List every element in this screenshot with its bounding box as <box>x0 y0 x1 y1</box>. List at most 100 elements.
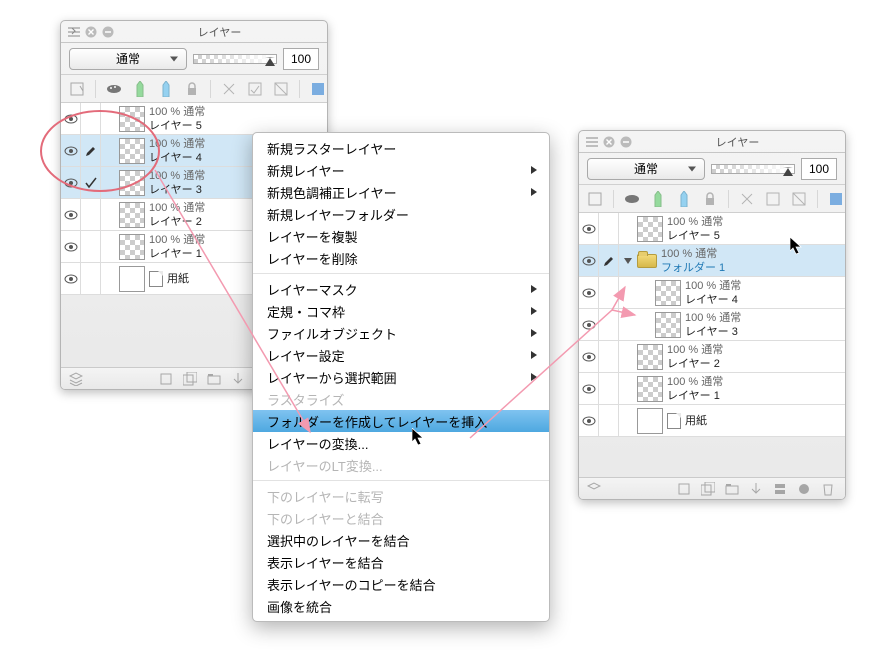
new-vector-icon[interactable] <box>181 370 199 388</box>
minimize-icon[interactable] <box>619 135 633 149</box>
transfer-icon[interactable] <box>229 370 247 388</box>
blend-mode-select[interactable]: 通常 <box>69 48 187 70</box>
active-brush-icon[interactable] <box>81 135 101 166</box>
menu-flatten[interactable]: 画像を統合 <box>253 595 549 617</box>
new-raster-icon[interactable] <box>675 480 693 498</box>
draft-icon[interactable] <box>789 189 809 209</box>
expand-toggle[interactable] <box>619 245 637 276</box>
blend-mode-label: 通常 <box>634 160 658 177</box>
visibility-toggle[interactable] <box>579 309 599 340</box>
minimize-icon[interactable] <box>101 25 115 39</box>
visibility-toggle[interactable] <box>579 341 599 372</box>
transfer-icon[interactable] <box>747 480 765 498</box>
reference-icon[interactable] <box>763 189 783 209</box>
new-folder-icon[interactable] <box>205 370 223 388</box>
stack-icon[interactable] <box>585 480 603 498</box>
layer-row[interactable]: 100 % 通常 レイヤー 1 <box>579 373 845 405</box>
clip-icon[interactable] <box>219 79 239 99</box>
palette-icon[interactable] <box>622 189 642 209</box>
menu-merge-visible[interactable]: 表示レイヤーを結合 <box>253 551 549 573</box>
layer-name: レイヤー 5 <box>149 119 205 133</box>
menu-new-folder[interactable]: 新規レイヤーフォルダー <box>253 203 549 225</box>
marker-icon[interactable] <box>130 79 150 99</box>
opacity-slider[interactable] <box>193 52 277 66</box>
highlighter-icon[interactable] <box>156 79 176 99</box>
submenu-arrow-icon <box>531 188 537 196</box>
opacity-value[interactable]: 100 <box>283 48 319 70</box>
layer-row[interactable]: 100 % 通常 レイヤー 2 <box>579 341 845 373</box>
draft-icon[interactable] <box>271 79 291 99</box>
menu-duplicate[interactable]: レイヤーを複製 <box>253 225 549 247</box>
menu-insert-into-folder[interactable]: フォルダーを作成してレイヤーを挿入 <box>253 410 549 432</box>
menu-copy-merge-visible[interactable]: 表示レイヤーのコピーを結合 <box>253 573 549 595</box>
stack-icon[interactable] <box>67 370 85 388</box>
status-cell[interactable] <box>599 373 619 404</box>
menu-ruler[interactable]: 定規・コマ枠 <box>253 300 549 322</box>
new-vector-icon[interactable] <box>699 480 717 498</box>
clip-icon[interactable] <box>737 189 757 209</box>
layer-color-icon[interactable] <box>826 189 845 209</box>
checkmark-icon[interactable] <box>81 167 101 198</box>
visibility-toggle[interactable] <box>579 245 599 276</box>
status-cell[interactable] <box>81 263 101 294</box>
menu-mask[interactable]: レイヤーマスク <box>253 278 549 300</box>
status-cell[interactable] <box>599 277 619 308</box>
opacity-slider[interactable] <box>711 162 795 176</box>
layer-row[interactable]: 100 % 通常 レイヤー 3 <box>579 309 845 341</box>
layer-indicator-icon[interactable] <box>585 189 605 209</box>
layer-row[interactable]: 100 % 通常 レイヤー 5 <box>61 103 327 135</box>
marker-icon[interactable] <box>648 189 668 209</box>
layer-thumbnail <box>119 266 145 292</box>
mask-icon[interactable] <box>795 480 813 498</box>
layer-indicator-icon[interactable] <box>67 79 87 99</box>
highlighter-icon[interactable] <box>674 189 694 209</box>
visibility-toggle[interactable] <box>61 199 81 230</box>
visibility-toggle[interactable] <box>61 231 81 262</box>
visibility-toggle[interactable] <box>579 277 599 308</box>
reference-icon[interactable] <box>245 79 265 99</box>
status-cell[interactable] <box>81 231 101 262</box>
menu-new-correction[interactable]: 新規色調補正レイヤー <box>253 181 549 203</box>
folder-row[interactable]: 100 % 通常 フォルダー 1 <box>579 245 845 277</box>
paper-row[interactable]: 用紙 <box>579 405 845 437</box>
close-icon[interactable] <box>602 135 616 149</box>
menu-settings[interactable]: レイヤー設定 <box>253 344 549 366</box>
status-cell[interactable] <box>599 213 619 244</box>
visibility-toggle[interactable] <box>61 103 81 134</box>
delete-icon[interactable] <box>819 480 837 498</box>
palette-icon[interactable] <box>104 79 124 99</box>
panel-menu-icon[interactable] <box>67 25 81 39</box>
menu-selection[interactable]: レイヤーから選択範囲 <box>253 366 549 388</box>
visibility-toggle[interactable] <box>61 135 81 166</box>
menu-new-raster[interactable]: 新規ラスターレイヤー <box>253 137 549 159</box>
new-raster-icon[interactable] <box>157 370 175 388</box>
status-cell[interactable] <box>81 199 101 230</box>
visibility-toggle[interactable] <box>579 373 599 404</box>
visibility-toggle[interactable] <box>61 263 81 294</box>
blend-mode-label: 通常 <box>116 50 140 67</box>
lock-icon[interactable] <box>700 189 720 209</box>
active-brush-icon[interactable] <box>599 245 619 276</box>
menu-file-object[interactable]: ファイルオブジェクト <box>253 322 549 344</box>
layer-color-icon[interactable] <box>308 79 327 99</box>
merge-icon[interactable] <box>771 480 789 498</box>
new-folder-icon[interactable] <box>723 480 741 498</box>
menu-delete[interactable]: レイヤーを削除 <box>253 247 549 269</box>
status-cell[interactable] <box>599 405 619 436</box>
status-cell[interactable] <box>599 309 619 340</box>
layer-row[interactable]: 100 % 通常 レイヤー 5 <box>579 213 845 245</box>
close-icon[interactable] <box>84 25 98 39</box>
blend-mode-select[interactable]: 通常 <box>587 158 705 180</box>
menu-new-layer[interactable]: 新規レイヤー <box>253 159 549 181</box>
visibility-toggle[interactable] <box>579 405 599 436</box>
status-cell[interactable] <box>81 103 101 134</box>
visibility-toggle[interactable] <box>579 213 599 244</box>
panel-menu-icon[interactable] <box>585 135 599 149</box>
status-cell[interactable] <box>599 341 619 372</box>
opacity-value[interactable]: 100 <box>801 158 837 180</box>
visibility-toggle[interactable] <box>61 167 81 198</box>
menu-convert[interactable]: レイヤーの変換... <box>253 432 549 454</box>
lock-icon[interactable] <box>182 79 202 99</box>
menu-merge-selected[interactable]: 選択中のレイヤーを結合 <box>253 529 549 551</box>
layer-row[interactable]: 100 % 通常 レイヤー 4 <box>579 277 845 309</box>
